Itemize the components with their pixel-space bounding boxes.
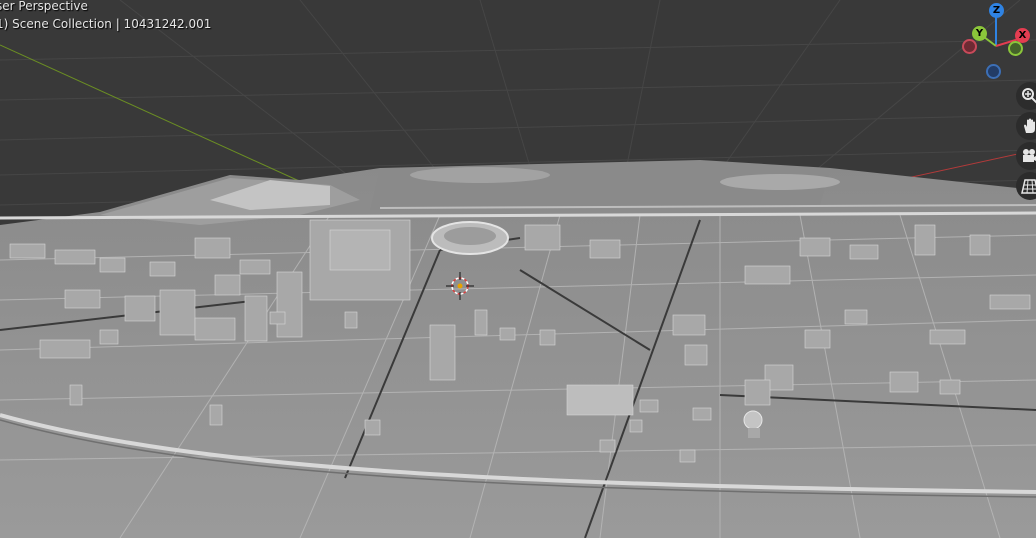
collection-label: 1) Scene Collection | 10431242.001 (0, 17, 212, 31)
y-axis-line (0, 44, 331, 196)
y-axis-button[interactable]: Y (972, 26, 987, 41)
city-scene[interactable] (0, 0, 1036, 538)
neg-y-axis-button[interactable] (1008, 41, 1023, 56)
view-mode-label: ser Perspective (0, 0, 88, 13)
pan-button[interactable] (1016, 112, 1036, 140)
grid-icon (1021, 179, 1036, 194)
zoom-icon (1022, 88, 1036, 104)
pan-hand-icon (1024, 118, 1035, 133)
navigation-gizmo[interactable]: Z Y X (956, 0, 1036, 84)
z-axis-button[interactable]: Z (989, 3, 1004, 18)
camera-view-button[interactable] (1016, 142, 1036, 170)
neg-x-axis-button[interactable] (962, 39, 977, 54)
neg-z-axis-button[interactable] (986, 64, 1001, 79)
perspective-toggle-button[interactable] (1016, 172, 1036, 200)
zoom-button[interactable] (1016, 82, 1036, 110)
camera-icon (1023, 149, 1036, 162)
3d-viewport[interactable]: ser Perspective 1) Scene Collection | 10… (0, 0, 1036, 538)
